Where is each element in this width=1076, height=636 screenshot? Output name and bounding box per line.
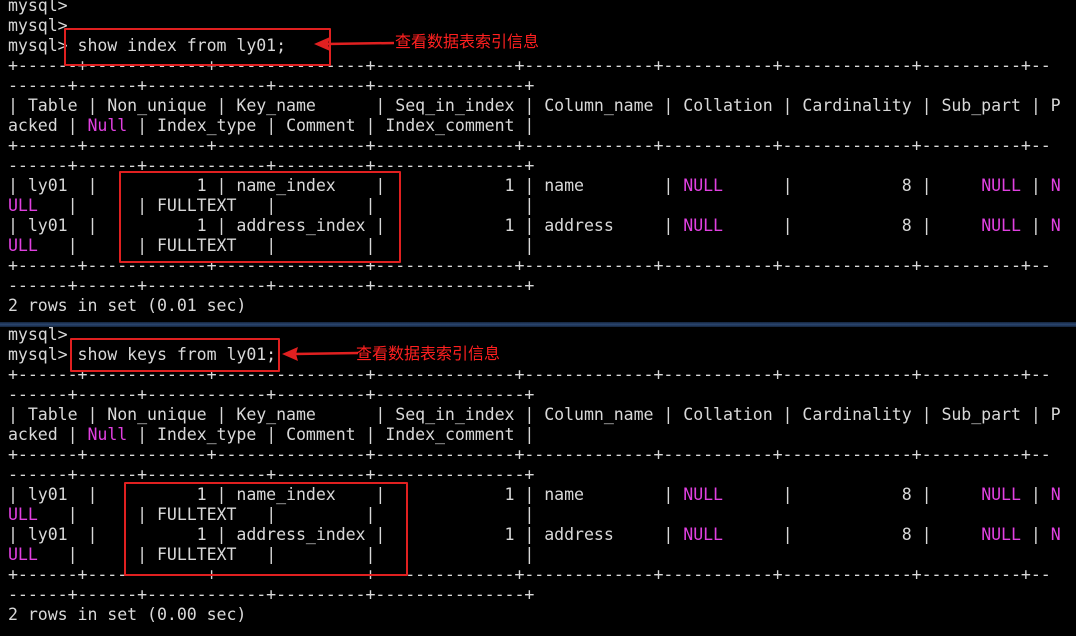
annotation-label: 查看数据表索引信息 [395, 32, 540, 51]
table-border: +------+------------+---------------+---… [8, 445, 1051, 464]
table-header-row-wrap: acked | Null | Index_type | Comment | In… [8, 116, 535, 135]
table-header-row-wrap: acked | Null | Index_type | Comment | In… [8, 425, 535, 444]
table-border: +------+------------+---------------+---… [8, 136, 1051, 155]
command-highlight-box [70, 338, 280, 372]
table-border: ------+------+------------+---------+---… [8, 585, 535, 604]
prompt-line: mysql> [8, 0, 68, 15]
table-header-row: | Table | Non_unique | Key_name | Seq_in… [8, 96, 1061, 115]
table-border: ------+------+------------+---------+---… [8, 276, 535, 295]
terminal-panel-bottom: mysql> mysql> show keys from ly01; +----… [0, 327, 1076, 636]
arrow-icon [282, 347, 359, 361]
arrow-icon [314, 37, 395, 51]
terminal-panel-top: mysql> mysql> mysql> show index from ly0… [0, 0, 1076, 322]
table-border: ------+------+------------+---------+---… [8, 385, 535, 404]
result-summary: 2 rows in set (0.00 sec) [8, 605, 247, 624]
prompt-line: mysql> [8, 16, 68, 35]
table-border: ------+------+------------+---------+---… [8, 76, 535, 95]
rows-highlight-box [124, 482, 408, 576]
annotation-label: 查看数据表索引信息 [356, 344, 501, 363]
command-highlight-box [64, 28, 331, 66]
rows-highlight-box [119, 171, 401, 263]
result-summary: 2 rows in set (0.01 sec) [8, 296, 247, 315]
prompt-line: mysql> [8, 327, 68, 344]
table-header-row: | Table | Non_unique | Key_name | Seq_in… [8, 405, 1061, 424]
